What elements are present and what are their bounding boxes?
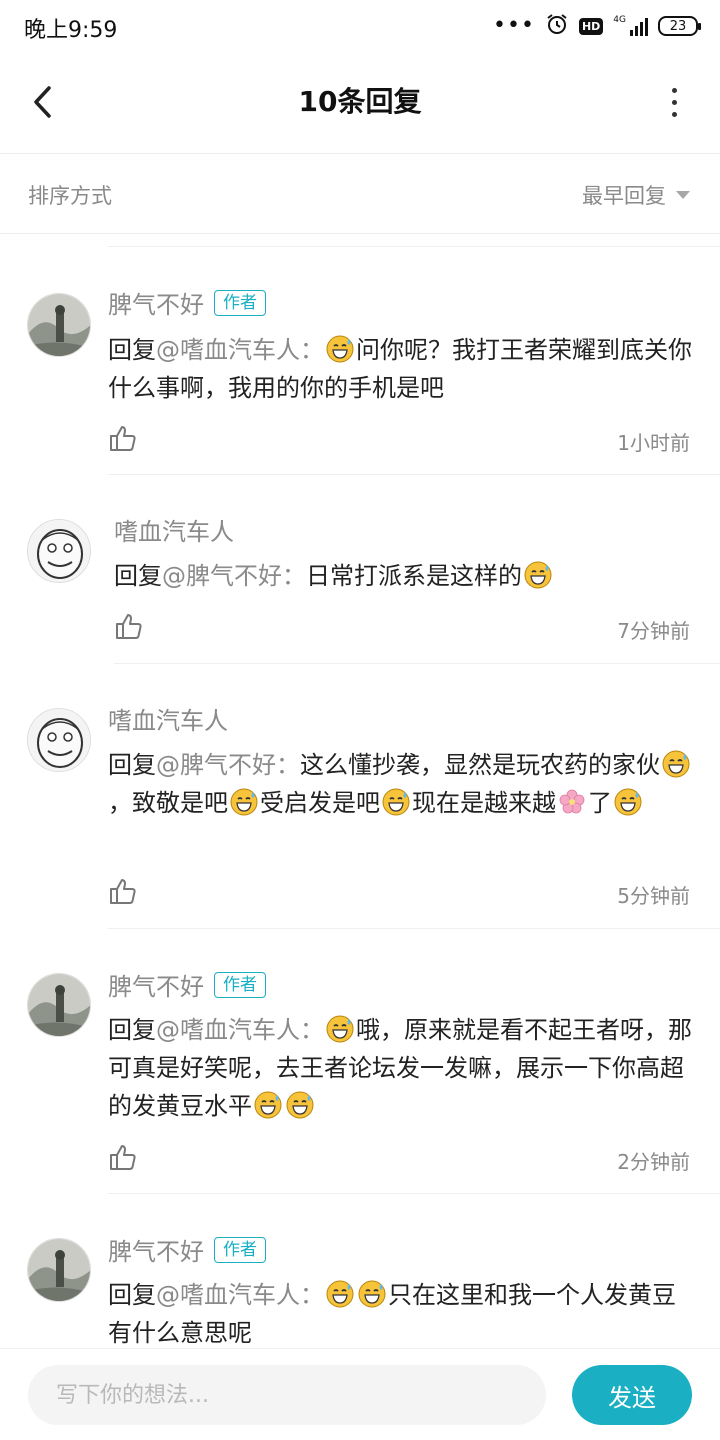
- username[interactable]: 脾气不好: [108, 1232, 204, 1267]
- alarm-icon: [545, 12, 569, 40]
- comment-item: 脾气不好 作者 回复@嗜血汽车人： 只在这里和我一个人发黄豆有什么意思呢: [0, 1194, 720, 1347]
- sort-value: 最早回复: [582, 184, 666, 208]
- comment-list: 脾气不好 作者 回复@嗜血汽车人： 问你呢？我打王者荣耀到底关你什么事啊，我用的你…: [0, 247, 720, 1347]
- caret-down-icon: [676, 191, 690, 199]
- avatar[interactable]: [27, 973, 91, 1037]
- sort-label: 排序方式: [28, 184, 112, 208]
- grin-sweat-emoji-icon: [358, 1280, 386, 1308]
- author-badge: 作者: [214, 289, 266, 316]
- username[interactable]: 脾气不好: [108, 285, 204, 320]
- mention-link[interactable]: @脾气不好：: [162, 562, 306, 590]
- hd-badge: HD: [578, 17, 604, 35]
- comment-header: 嗜血汽车人: [108, 701, 228, 736]
- author-badge: 作者: [214, 971, 266, 998]
- comment-text: 回复@嗜血汽车人： 哦，原来就是看不起王者呀，那可真是好笑呢，去王者论坛发一发嘛，…: [108, 1015, 692, 1120]
- more-dot-icon: [671, 111, 677, 117]
- avatar[interactable]: [27, 1238, 91, 1302]
- grin-sweat-emoji-icon: [254, 1091, 282, 1119]
- comment-text: 回复@嗜血汽车人： 只在这里和我一个人发黄豆有什么意思呢: [108, 1280, 676, 1347]
- grin-sweat-emoji-icon: [286, 1091, 314, 1119]
- sort-dropdown[interactable]: 最早回复: [582, 180, 690, 210]
- mention-link[interactable]: @嗜血汽车人：: [156, 1016, 324, 1044]
- timestamp: 2分钟前: [617, 1150, 690, 1174]
- username[interactable]: 嗜血汽车人: [114, 512, 234, 547]
- grin-sweat-emoji-icon: [326, 1015, 354, 1043]
- grin-sweat-emoji-icon: [326, 335, 354, 363]
- comment-header: 脾气不好 作者: [108, 285, 266, 320]
- more-notifications-icon: •••: [493, 13, 535, 38]
- username[interactable]: 嗜血汽车人: [108, 701, 228, 736]
- timestamp: 1小时前: [617, 431, 690, 455]
- sort-bar: 排序方式 最早回复: [0, 154, 720, 234]
- mention-link[interactable]: @嗜血汽车人：: [156, 336, 324, 364]
- comment-header: 脾气不好 作者: [108, 1232, 266, 1267]
- grin-sweat-emoji-icon: [326, 1280, 354, 1308]
- status-bar: 晚上9:59 ••• HD 4G 23: [0, 0, 720, 52]
- comment-item: 嗜血汽车人 回复@脾气不好：这么懂抄袭，显然是玩农药的家伙，致敬是吧 受启发是吧现…: [0, 664, 720, 929]
- status-icons: ••• HD 4G 23: [493, 12, 701, 40]
- reply-bar: 发送: [0, 1348, 720, 1440]
- avatar[interactable]: [27, 519, 91, 583]
- header: 10条回复: [0, 52, 720, 154]
- thumbs-up-icon[interactable]: [108, 1142, 138, 1172]
- flower-emoji-icon: [559, 789, 585, 814]
- grin-sweat-emoji-icon: [382, 788, 410, 816]
- comment-item: 脾气不好 作者 回复@嗜血汽车人： 问你呢？我打王者荣耀到底关你什么事啊，我用的你…: [0, 247, 720, 475]
- avatar[interactable]: [27, 708, 91, 772]
- battery-level: 23: [669, 18, 687, 34]
- reply-input[interactable]: [28, 1365, 546, 1425]
- grin-sweat-emoji-icon: [524, 561, 552, 589]
- more-dot-icon: [671, 87, 677, 93]
- comment-text: 回复@脾气不好：这么懂抄袭，显然是玩农药的家伙，致敬是吧 受启发是吧 现在是越来越了: [108, 746, 694, 822]
- status-time: 晚上9:59: [24, 18, 118, 43]
- more-dot-icon: [671, 99, 677, 105]
- username[interactable]: 脾气不好: [108, 967, 204, 1002]
- comment-text: 回复@嗜血汽车人： 问你呢？我打王者荣耀到底关你什么事啊，我用的你的手机是吧: [108, 335, 692, 402]
- timestamp: 5分钟前: [617, 884, 690, 908]
- grin-sweat-emoji-icon: [230, 788, 258, 816]
- signal-icon: 4G: [613, 16, 648, 36]
- comment-text: 回复@脾气不好：日常打派系是这样的: [114, 557, 694, 595]
- more-options-button[interactable]: [662, 82, 686, 122]
- comment-header: 脾气不好 作者: [108, 967, 266, 1002]
- page-title: 10条回复: [298, 85, 422, 118]
- comment-item: 脾气不好 作者 回复@嗜血汽车人： 哦，原来就是看不起王者呀，那可真是好笑呢，去王…: [0, 929, 720, 1194]
- avatar[interactable]: [27, 293, 91, 357]
- send-button[interactable]: 发送: [572, 1365, 692, 1425]
- thumbs-up-icon[interactable]: [108, 423, 138, 453]
- mention-link[interactable]: @嗜血汽车人：: [156, 1281, 324, 1309]
- thumbs-up-icon[interactable]: [108, 876, 138, 906]
- author-badge: 作者: [214, 1236, 266, 1263]
- battery-icon: 23: [658, 16, 701, 36]
- grin-sweat-emoji-icon: [662, 750, 690, 778]
- timestamp: 7分钟前: [617, 619, 690, 643]
- thumbs-up-icon[interactable]: [114, 611, 144, 641]
- comment-header: 嗜血汽车人: [114, 512, 234, 547]
- mention-link[interactable]: @脾气不好：: [156, 751, 300, 779]
- grin-sweat-emoji-icon: [614, 788, 642, 816]
- comment-item: 嗜血汽车人 回复@脾气不好：日常打派系是这样的 7分钟前: [0, 475, 720, 664]
